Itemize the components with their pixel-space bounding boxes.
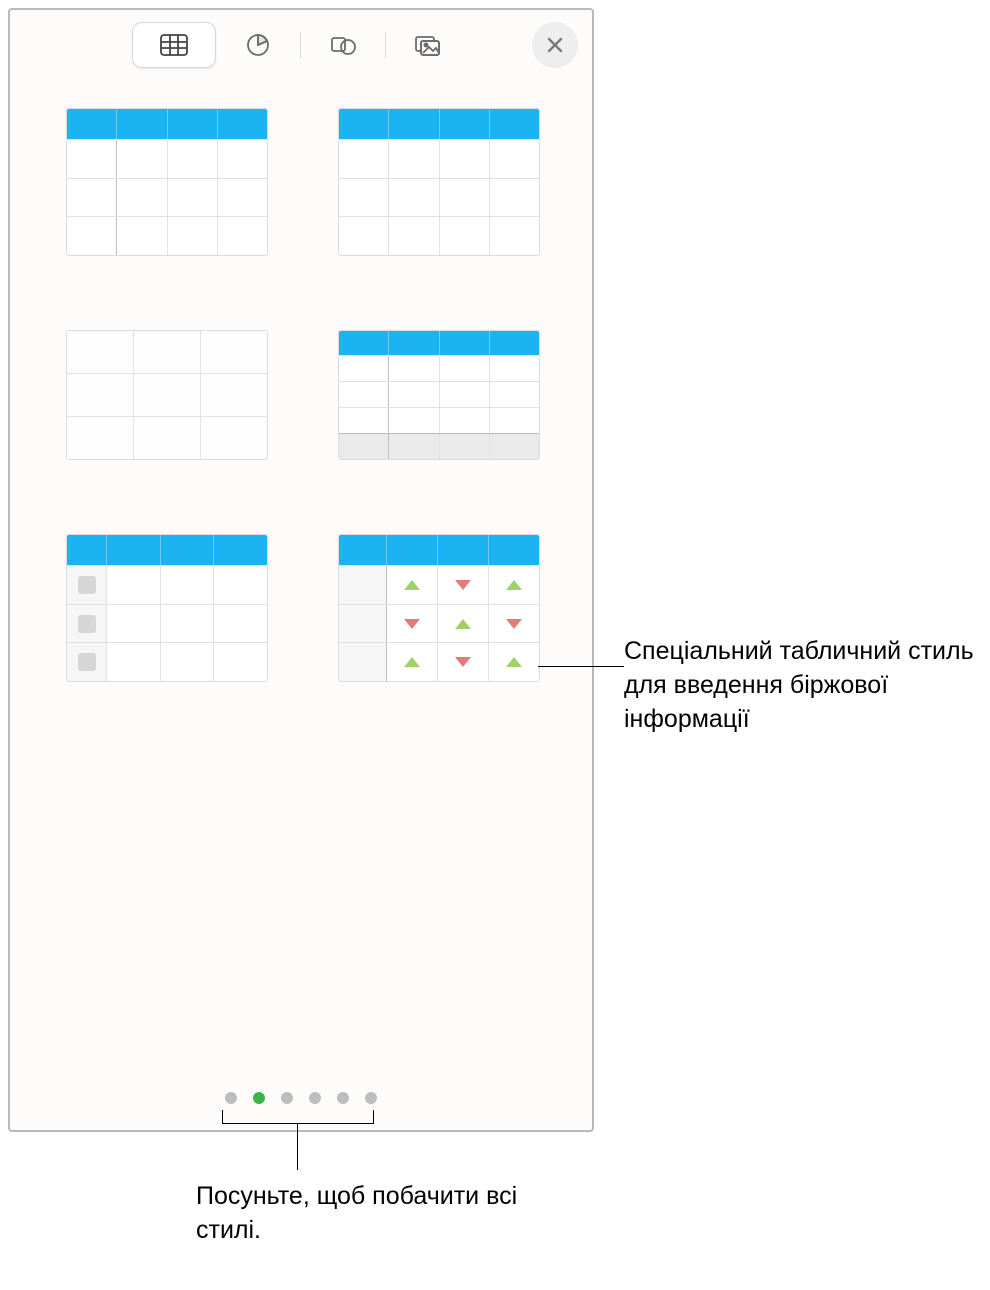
callout-swipe-hint: Посуньте, щоб побачити всі стилі. <box>196 1180 556 1248</box>
triangle-up-icon <box>506 580 522 590</box>
triangle-down-icon <box>455 580 471 590</box>
page-dot[interactable] <box>281 1092 293 1104</box>
callout-leader-line <box>538 666 624 667</box>
checkbox-icon <box>78 576 96 594</box>
close-icon <box>545 35 565 55</box>
triangle-up-icon <box>455 619 471 629</box>
checkbox-icon <box>78 653 96 671</box>
table-style-checklist[interactable] <box>66 534 268 682</box>
table-style-header-footer-leadcol[interactable] <box>338 330 540 460</box>
table-style-blue-header-leadcol[interactable] <box>66 108 268 256</box>
page-dot[interactable] <box>225 1092 237 1104</box>
chart-tab[interactable] <box>216 22 300 68</box>
page-indicator[interactable] <box>10 1092 592 1104</box>
panel-toolbar <box>10 10 592 76</box>
page-dot-active[interactable] <box>253 1092 265 1104</box>
shape-icon <box>328 32 358 58</box>
insert-panel <box>8 8 594 1132</box>
image-icon <box>413 32 443 58</box>
callout-bracket <box>222 1110 374 1124</box>
table-style-blue-header-plain[interactable] <box>338 108 540 256</box>
triangle-down-icon <box>506 619 522 629</box>
category-segmented-control <box>132 22 470 68</box>
shape-tab[interactable] <box>301 22 385 68</box>
pie-chart-icon <box>243 32 273 58</box>
callout-bracket-stem <box>297 1124 298 1170</box>
triangle-down-icon <box>455 657 471 667</box>
page-dot[interactable] <box>365 1092 377 1104</box>
triangle-up-icon <box>506 657 522 667</box>
triangle-up-icon <box>404 580 420 590</box>
checkbox-icon <box>78 615 96 633</box>
table-style-no-header[interactable] <box>66 330 268 460</box>
triangle-down-icon <box>404 619 420 629</box>
table-styles-grid <box>10 76 592 682</box>
page-dot[interactable] <box>309 1092 321 1104</box>
callout-stock-style: Спеціальний табличний стиль для введення… <box>624 635 974 736</box>
media-tab[interactable] <box>386 22 470 68</box>
close-button[interactable] <box>532 22 578 68</box>
page-dot[interactable] <box>337 1092 349 1104</box>
table-tab[interactable] <box>132 22 216 68</box>
table-style-stock[interactable] <box>338 534 540 682</box>
table-icon <box>159 32 189 58</box>
triangle-up-icon <box>404 657 420 667</box>
